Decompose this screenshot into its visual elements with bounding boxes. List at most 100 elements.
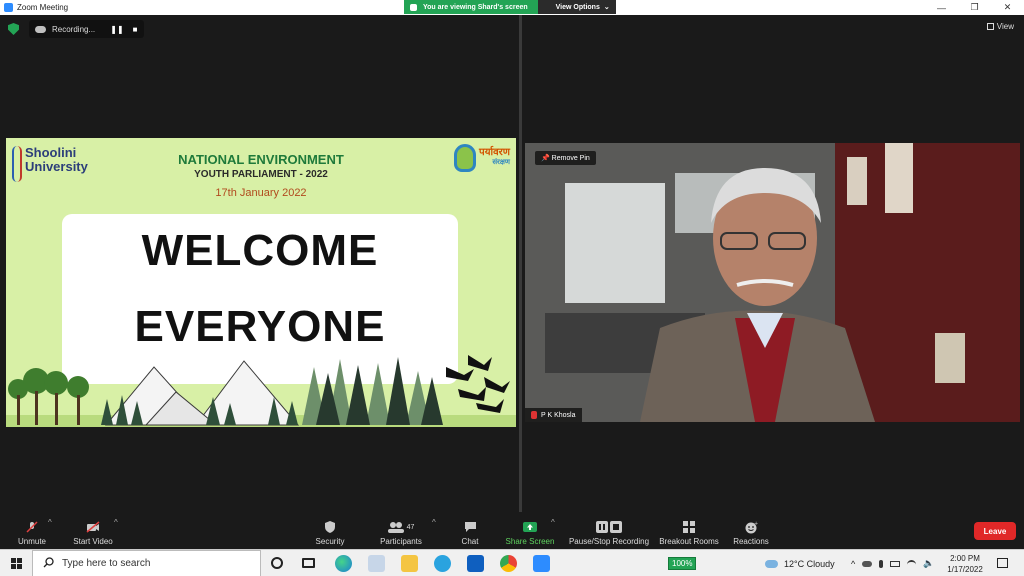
clock-time: 2:00 PM (950, 554, 980, 563)
grid-icon (986, 23, 994, 30)
pause-stop-icon (594, 521, 624, 533)
chat-bubble-icon (463, 521, 477, 533)
clock[interactable]: 2:00 PM 1/17/2022 (945, 553, 985, 575)
participants-icon: 47 (386, 521, 416, 533)
onedrive-icon[interactable] (862, 560, 873, 567)
chevron-down-icon: ⌄ (603, 4, 610, 11)
reactions-button[interactable]: + Reactions (730, 512, 772, 549)
zoom-window: Zoom Meeting — ❐ ✕ You are viewing Shard… (0, 0, 1024, 576)
security-button[interactable]: Security (310, 512, 350, 549)
search-placeholder: Type here to search (62, 558, 151, 569)
cloud-icon (35, 25, 46, 33)
remove-pin-button[interactable]: 📌 Remove Pin (535, 151, 596, 165)
start-video-button[interactable]: Start Video (68, 512, 118, 549)
outlook-icon[interactable] (467, 555, 484, 572)
university-logo: Shoolini University (12, 146, 88, 182)
participants-button[interactable]: 47 Participants (376, 512, 426, 549)
chat-label: Chat (461, 537, 479, 546)
microphone-tray-icon[interactable] (879, 559, 884, 568)
view-options-label: View Options (555, 3, 600, 11)
chrome-icon[interactable] (500, 555, 517, 572)
recording-label: Recording... (52, 24, 96, 34)
volume-icon[interactable]: 🔈 (923, 558, 934, 569)
globe-icon (454, 144, 477, 172)
weather-widget[interactable]: 12°C Cloudy (765, 550, 835, 576)
taskbar-search-box[interactable]: Type here to search (32, 550, 261, 576)
unmute-button[interactable]: Unmute (14, 512, 50, 549)
pause-recording-button[interactable]: ❚❚ (108, 25, 126, 34)
pin-icon: 📌 (541, 155, 552, 162)
reactions-label: Reactions (733, 537, 769, 546)
window-controls: — ❐ ✕ (925, 0, 1024, 15)
edge-icon[interactable] (335, 555, 352, 572)
participant-name: P K Khosla (541, 411, 576, 419)
share-screen-icon (523, 521, 537, 533)
pause-stop-recording-label: Pause/Stop Recording (568, 537, 650, 546)
pause-stop-recording-button[interactable]: Pause/Stop Recording (566, 512, 652, 549)
battery-tray-icon[interactable] (890, 560, 901, 567)
participants-count: 47 (406, 523, 415, 531)
paint-icon[interactable] (368, 555, 385, 572)
meeting-toolbar: Unmute ^ Start Video ^ Security 47 Parti… (0, 512, 1024, 549)
minimize-button[interactable]: — (925, 0, 958, 15)
welcome-text: WELCOME (141, 226, 379, 275)
participant-name-bar: P K Khosla (525, 408, 582, 422)
university-name-line2: University (25, 159, 88, 174)
split-divider[interactable] (519, 15, 522, 512)
share-screen-label: Share Screen (505, 537, 555, 546)
breakout-rooms-label: Breakout Rooms (659, 537, 719, 546)
video-options-caret[interactable]: ^ (114, 518, 118, 527)
show-hidden-icons-chevron[interactable]: ^ (851, 559, 855, 569)
microphone-muted-icon (25, 521, 39, 533)
encryption-shield-icon[interactable] (8, 23, 19, 35)
restore-button[interactable]: ❐ (958, 0, 991, 15)
zoom-taskbar-icon[interactable] (533, 555, 550, 572)
recording-indicator: Recording... ❚❚ ■ (29, 20, 144, 38)
close-button[interactable]: ✕ (991, 0, 1024, 15)
participants-label: Participants (380, 537, 422, 546)
telegram-icon[interactable] (434, 555, 451, 572)
smiley-icon: + (744, 521, 758, 533)
video-camera-off-icon (86, 521, 100, 533)
audio-options-caret[interactable]: ^ (48, 518, 52, 527)
search-icon (43, 556, 54, 571)
share-screen-button[interactable]: Share Screen (504, 512, 556, 549)
breakout-rooms-button[interactable]: Breakout Rooms (656, 512, 722, 549)
viewing-label: You are viewing Shard's screen (423, 3, 528, 11)
battery-indicator[interactable]: 100% (668, 550, 697, 576)
task-view-icon[interactable] (302, 558, 315, 568)
participant-video-tile[interactable]: 📌 Remove Pin P K Khosla (525, 143, 1020, 422)
remove-pin-label: Remove Pin (551, 155, 590, 162)
window-title: Zoom Meeting (17, 3, 69, 12)
breakout-rooms-icon (682, 521, 696, 533)
leave-button[interactable]: Leave (974, 522, 1016, 540)
battery-percent: 100% (668, 557, 697, 570)
zoom-app-icon (4, 3, 13, 12)
viewing-indicator: You are viewing Shard's screen (404, 0, 538, 14)
stop-recording-button[interactable]: ■ (126, 25, 144, 34)
paryavaran-logo: पर्यावरण संरक्षण (454, 144, 510, 172)
notifications-icon[interactable] (997, 558, 1008, 568)
start-video-label: Start Video (73, 537, 113, 546)
view-options-button[interactable]: View Options ⌄ (537, 0, 616, 14)
cortana-icon[interactable] (271, 557, 283, 569)
share-options-caret[interactable]: ^ (551, 518, 555, 527)
slide-title: NATIONAL ENVIRONMENT (178, 152, 344, 167)
slide-date: 17th January 2022 (215, 187, 307, 199)
cloud-weather-icon (765, 559, 778, 568)
chat-button[interactable]: Chat (455, 512, 485, 549)
view-label: View (996, 22, 1014, 31)
dna-helix-icon (12, 146, 22, 182)
slide-subtitle: YOUTH PARLIAMENT - 2022 (194, 169, 328, 180)
participants-options-caret[interactable]: ^ (432, 518, 436, 527)
muted-mic-icon (531, 411, 537, 419)
logo-text-line1: पर्यावरण (479, 147, 510, 158)
paryavaran-text: पर्यावरण संरक्षण (479, 148, 510, 168)
share-banner: You are viewing Shard's screen View Opti… (404, 0, 616, 14)
windows-taskbar: Type here to search 100% 12°C Cloudy ^ 🔈… (0, 549, 1024, 576)
wifi-icon[interactable] (907, 560, 917, 567)
unmute-label: Unmute (17, 537, 46, 546)
view-button[interactable]: View (986, 22, 1014, 31)
file-explorer-icon[interactable] (401, 555, 418, 572)
start-button[interactable] (0, 550, 32, 576)
